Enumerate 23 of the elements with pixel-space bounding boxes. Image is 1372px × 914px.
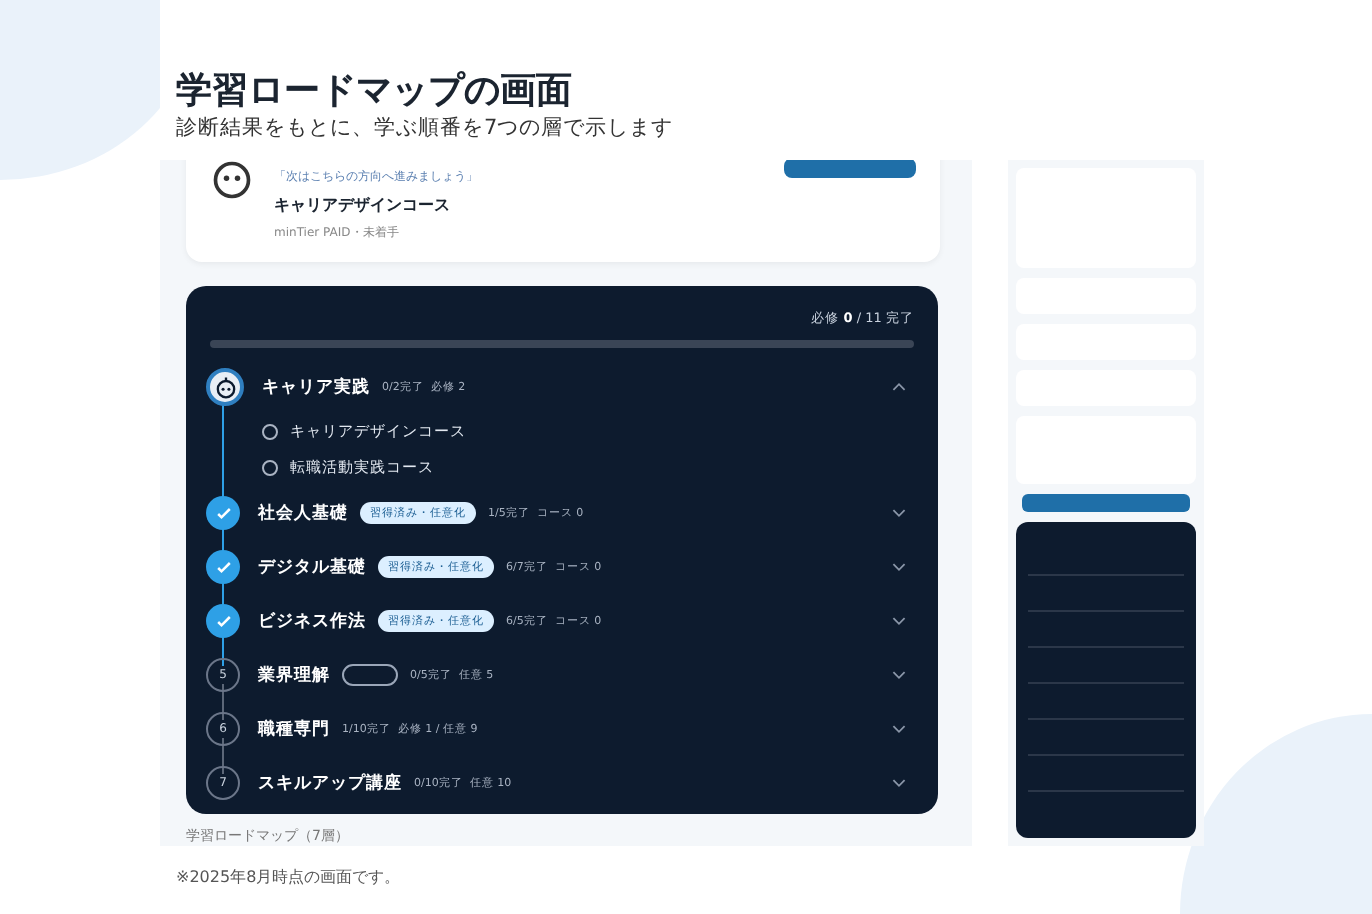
course-name: キャリアデザインコース xyxy=(274,194,452,217)
expand-chevron-icon[interactable] xyxy=(892,670,906,681)
collapse-chevron-icon[interactable] xyxy=(892,382,906,393)
expand-chevron-icon[interactable] xyxy=(892,562,906,573)
expand-chevron-icon[interactable] xyxy=(892,616,906,627)
page-title: 学習ロードマップの画面 xyxy=(176,70,574,114)
robot-icon xyxy=(210,160,254,203)
robot-icon xyxy=(206,368,244,407)
footnote: ※2025年8月時点の画面です。 xyxy=(176,866,403,888)
circle-icon xyxy=(262,460,278,477)
layer-title: 業界理解 xyxy=(258,663,330,688)
layer-title: 職種専門 xyxy=(258,717,330,742)
expand-chevron-icon[interactable] xyxy=(892,724,906,735)
page-subtitle: 診断結果をもとに、学ぶ順番を7つの層で示します xyxy=(176,114,676,142)
circle-icon xyxy=(262,424,278,441)
expand-chevron-icon[interactable] xyxy=(892,778,906,789)
layer-title: スキルアップ講座 xyxy=(258,771,402,796)
layer-title: ビジネス作法 xyxy=(258,609,366,634)
expand-chevron-icon[interactable] xyxy=(892,508,906,519)
layer-title: キャリア実践 xyxy=(262,375,370,400)
layer-title: デジタル基礎 xyxy=(258,555,366,580)
start-button[interactable] xyxy=(784,160,916,179)
layer-title: 社会人基礎 xyxy=(258,501,348,526)
